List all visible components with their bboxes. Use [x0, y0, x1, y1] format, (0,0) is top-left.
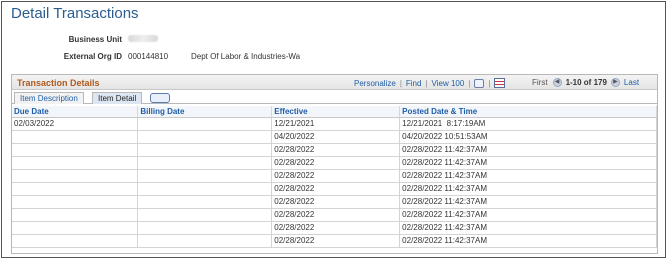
- business-unit-value: [128, 34, 158, 43]
- table-header-row: Due Date Billing Date Effective Posted D…: [12, 106, 657, 118]
- previous-arrow-icon[interactable]: ◀: [552, 78, 562, 87]
- grid-tabs: Item Description Item Detail: [12, 91, 657, 104]
- due-date-cell: [12, 130, 139, 144]
- grid-header: Transaction Details Personalize | Find |…: [12, 75, 657, 90]
- separator: |: [468, 78, 471, 88]
- due-date-cell: [12, 156, 139, 170]
- first-link[interactable]: First: [532, 78, 548, 87]
- billing-date-cell: [137, 221, 273, 235]
- posted-cell: 02/28/2022 11:42:37AM: [399, 156, 657, 170]
- table-row: 02/28/2022 02/28/2022 11:42:37AM: [12, 234, 657, 248]
- table-row: 02/28/2022 02/28/2022 11:42:37AM: [12, 221, 657, 235]
- posted-cell: 02/28/2022 11:42:37AM: [399, 234, 657, 248]
- posted-cell: 04/20/2022 10:51:53AM: [399, 130, 657, 144]
- separator: |: [399, 78, 402, 88]
- billing-date-cell: [137, 182, 273, 196]
- external-org-label: External Org ID: [63, 52, 122, 61]
- table-row: 02/28/2022 02/28/2022 11:42:37AM: [12, 156, 657, 170]
- posted-cell: 02/28/2022 11:42:37AM: [399, 182, 657, 196]
- effective-cell: 02/28/2022: [271, 169, 401, 183]
- tab-item-description[interactable]: Item Description: [14, 92, 84, 104]
- table-row: 02/28/2022 02/28/2022 11:42:37AM: [12, 169, 657, 183]
- last-link[interactable]: Last: [624, 78, 639, 87]
- grid-toolbar: Personalize | Find | View 100 | |: [354, 78, 506, 88]
- effective-cell: 02/28/2022: [271, 208, 401, 222]
- due-date-cell: 02/03/2022: [12, 117, 139, 131]
- billing-date-cell: [137, 156, 273, 170]
- column-header-billing-date[interactable]: Billing Date: [137, 106, 273, 118]
- due-date-cell: [12, 208, 139, 222]
- external-org-name: Dept Of Labor & Industries-Wa: [191, 52, 301, 61]
- posted-cell: 02/28/2022 11:42:37AM: [399, 169, 657, 183]
- billing-date-cell: [137, 117, 273, 131]
- billing-date-cell: [137, 195, 273, 209]
- separator: |: [488, 78, 491, 88]
- column-header-due-date[interactable]: Due Date: [12, 106, 139, 118]
- row-range: 1-10 of 179: [565, 78, 607, 87]
- posted-cell: 02/28/2022 11:42:37AM: [399, 195, 657, 209]
- due-date-cell: [12, 234, 139, 248]
- tab-item-detail[interactable]: Item Detail: [92, 92, 143, 104]
- transaction-details-grid: Transaction Details Personalize | Find |…: [11, 74, 658, 254]
- zoom-icon[interactable]: [474, 78, 485, 88]
- separator: |: [425, 78, 428, 88]
- billing-date-cell: [137, 143, 273, 157]
- effective-cell: 04/20/2022: [271, 130, 401, 144]
- due-date-cell: [12, 195, 139, 209]
- find-link[interactable]: Find: [406, 79, 422, 88]
- due-date-cell: [12, 143, 139, 157]
- pager: First ◀ 1-10 of 179 ▶ Last: [532, 78, 639, 87]
- billing-date-cell: [137, 169, 273, 183]
- effective-cell: 02/28/2022: [271, 195, 401, 209]
- effective-cell: 02/28/2022: [271, 221, 401, 235]
- business-unit-label: Business Unit: [68, 35, 122, 44]
- download-spreadsheet-icon[interactable]: [494, 78, 506, 88]
- view-100-link[interactable]: View 100: [432, 79, 465, 88]
- table-row: 04/20/2022 04/20/2022 10:51:53AM: [12, 130, 657, 144]
- effective-cell: 02/28/2022: [271, 234, 401, 248]
- table-row: 02/28/2022 02/28/2022 11:42:37AM: [12, 182, 657, 196]
- table-row: 02/28/2022 02/28/2022 11:42:37AM: [12, 195, 657, 209]
- due-date-cell: [12, 182, 139, 196]
- due-date-cell: [12, 221, 139, 235]
- effective-cell: 02/28/2022: [271, 156, 401, 170]
- effective-cell: 02/28/2022: [271, 143, 401, 157]
- effective-cell: 02/28/2022: [271, 182, 401, 196]
- billing-date-cell: [137, 208, 273, 222]
- page-frame: Detail Transactions Business Unit Extern…: [1, 1, 666, 258]
- billing-date-cell: [137, 130, 273, 144]
- show-all-columns-icon[interactable]: [150, 93, 170, 103]
- billing-date-cell: [137, 234, 273, 248]
- column-header-effective[interactable]: Effective: [271, 106, 401, 118]
- due-date-cell: [12, 169, 139, 183]
- posted-cell: 02/28/2022 11:42:37AM: [399, 143, 657, 157]
- page-title: Detail Transactions: [11, 5, 139, 22]
- personalize-link[interactable]: Personalize: [354, 79, 396, 88]
- table-row: 02/28/2022 02/28/2022 11:42:37AM: [12, 208, 657, 222]
- table-row: 02/03/2022 12/21/2021 12/21/2021 8:17:19AM: [12, 117, 657, 131]
- grid-title: Transaction Details: [17, 78, 100, 88]
- column-header-posted-date-time[interactable]: Posted Date & Time: [399, 106, 657, 118]
- next-arrow-icon[interactable]: ▶: [610, 78, 620, 87]
- posted-cell: 02/28/2022 11:42:37AM: [399, 221, 657, 235]
- transactions-table: Due Date Billing Date Effective Posted D…: [12, 106, 657, 248]
- external-org-id: 000144810: [128, 52, 169, 61]
- posted-cell: 02/28/2022 11:42:37AM: [399, 208, 657, 222]
- posted-cell: 12/21/2021 8:17:19AM: [399, 117, 657, 131]
- table-row: 02/28/2022 02/28/2022 11:42:37AM: [12, 143, 657, 157]
- effective-cell: 12/21/2021: [271, 117, 401, 131]
